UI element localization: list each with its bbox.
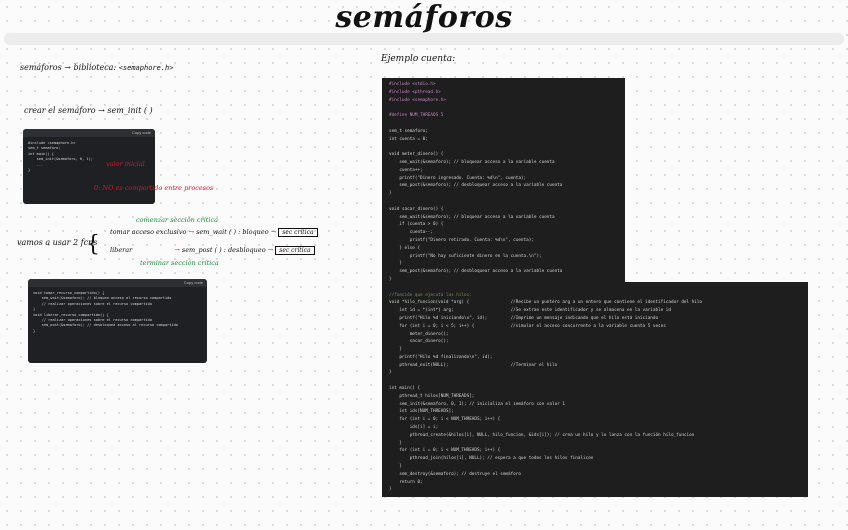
code-line: sem_wait(&semaforo); // bloquear acceso … <box>389 214 555 220</box>
code-line: } <box>28 168 31 173</box>
code-line: for (int i = 0; i < 5; i++) { //simular … <box>389 323 666 329</box>
code-line: for (int i = 0; i < NUM_THREADS; i++) { <box>389 448 501 454</box>
code-line: int id = *(int*) arg; //Se extrae este i… <box>389 308 671 314</box>
unlock-label: liberar <box>110 246 133 254</box>
code-line: } <box>389 464 402 470</box>
code-line: sacar_dinero(); <box>389 339 449 345</box>
screenshot-header: Copy code <box>28 279 207 287</box>
code-line: sem_post(&semaforo); // desbloquear acce… <box>389 183 563 189</box>
green-note-bottom: terminar sección crítica <box>140 259 219 267</box>
code-line: cuenta--; <box>389 230 433 236</box>
code-line: sem_wait(&semaforo); // bloquear acceso … <box>389 159 555 165</box>
unlock-note: liberar → sem_post ( ) : desbloqueo → se… <box>110 246 315 255</box>
code-line: //función que ejecuta los hilos: <box>389 292 472 298</box>
wait-post-code: void tomar_recurso_compartido() { sem_wa… <box>28 287 207 338</box>
lock-box: sec crítica <box>278 228 318 237</box>
code-line: } <box>389 487 392 493</box>
library-value: <semaphore.h> <box>118 64 174 72</box>
code-line: #define NUM_THREADS 5 <box>389 113 444 119</box>
code-line: printf("Dinero ingresado. Cuenta: %d\n",… <box>389 175 527 181</box>
code-line: return 0; <box>389 479 423 485</box>
copy-code-label: Copy code <box>183 280 203 285</box>
code-line: pthread_join(hilos[i], NULL); // espera … <box>389 456 594 462</box>
code-line: meter_dinero(); <box>389 331 449 337</box>
code-line: void *hilo_funcion(void *arg) { //Recibe… <box>389 300 703 306</box>
lock-note: tomar acceso exclusivo → sem_wait ( ) : … <box>110 228 318 237</box>
code-line: sem_t semaforo; <box>389 128 428 134</box>
code-line: int ids[NUM_THREADS]; <box>389 409 454 415</box>
code-line: printf("Hilo %d finalizando\n", id); <box>389 354 493 360</box>
code-line: pthread_t hilos[NUM_THREADS]; <box>389 393 475 399</box>
title-underline-bar <box>4 33 844 45</box>
code-line: void meter_dinero() { <box>389 152 444 158</box>
code-line: sem_init(&semaforo, 0, 1); // inicializa… <box>389 401 565 407</box>
brace-icon: { <box>86 232 100 257</box>
library-label: semáforos → biblioteca: <box>20 63 117 72</box>
code-line: } <box>389 276 392 282</box>
green-note-top: comenzar sección crítica <box>136 216 218 224</box>
code-line: } <box>389 440 402 446</box>
code-line: int main() { <box>389 386 421 392</box>
code-line: } <box>389 347 402 353</box>
unlock-box: sec crítica <box>275 246 315 255</box>
library-note: semáforos → biblioteca: <semaphore.h> <box>20 63 173 72</box>
code-line: #include <stdio.h> <box>389 82 436 87</box>
code-line: for (int i = 0; i < NUM_THREADS; i++) { <box>389 417 501 423</box>
unlock-fn: sem_post ( ) : desbloqueo <box>181 246 266 254</box>
example-code: #include <stdio.h> #include <pthread.h> #i… <box>389 81 702 494</box>
example-label: Ejemplo cuenta: <box>381 54 456 64</box>
code-line: printf("No hay suficiente dinero en la c… <box>389 253 542 259</box>
code-line: pthread_create(&hilos[i], NULL, hilo_fun… <box>389 432 695 438</box>
code-line: #include <pthread.h> <box>389 89 441 95</box>
lock-fn: sem_wait ( ) : bloqueo <box>196 228 269 236</box>
wait-post-screenshot: Copy code void tomar_recurso_compartido(… <box>28 279 207 363</box>
code-line: sem_post(&semaforo); // desbloquea acces… <box>33 323 178 328</box>
code-line: } else { <box>389 245 421 251</box>
code-line: } <box>389 191 392 197</box>
code-line: cuenta++; <box>389 167 423 173</box>
screenshot-header: Copy code <box>23 129 155 137</box>
code-line: printf("Dinero retirado. Cuenta: %d\n", … <box>389 237 534 243</box>
code-line: ids[i] = i; <box>389 425 439 431</box>
code-line: } <box>33 328 36 333</box>
lock-label: tomar acceso exclusivo <box>110 228 187 236</box>
create-note: crear el semáforo → sem_init ( ) <box>24 106 153 115</box>
code-line: pthread_exit(NULL); //Terminar el hilo <box>389 362 558 368</box>
page-title: semáforos <box>335 0 513 35</box>
code-line: } <box>389 370 392 376</box>
code-line: int cuenta = 0; <box>389 136 428 142</box>
code-line: if (cuenta > 0) { <box>389 222 444 228</box>
code-line: sem_destroy(&semaforo); // destruye el s… <box>389 471 521 477</box>
code-line: #include <semaphore.h> <box>389 97 446 103</box>
code-line: void sacar_dinero() { <box>389 206 444 212</box>
sem-init-code: #include <semaphore.h> sem_t semaforo; int… <box>23 137 155 177</box>
annotation-not-shared: 0: NO es compartido entre procesos <box>94 184 214 192</box>
copy-code-label: Copy code <box>131 130 151 135</box>
code-line: } <box>389 261 402 267</box>
code-line: sem_post(&semaforo); // desbloquear acce… <box>389 269 563 275</box>
annotation-initial-value: valor inicial <box>106 160 145 168</box>
code-line: printf("Hilo %d iniciando\n", id); //Imp… <box>389 315 659 321</box>
